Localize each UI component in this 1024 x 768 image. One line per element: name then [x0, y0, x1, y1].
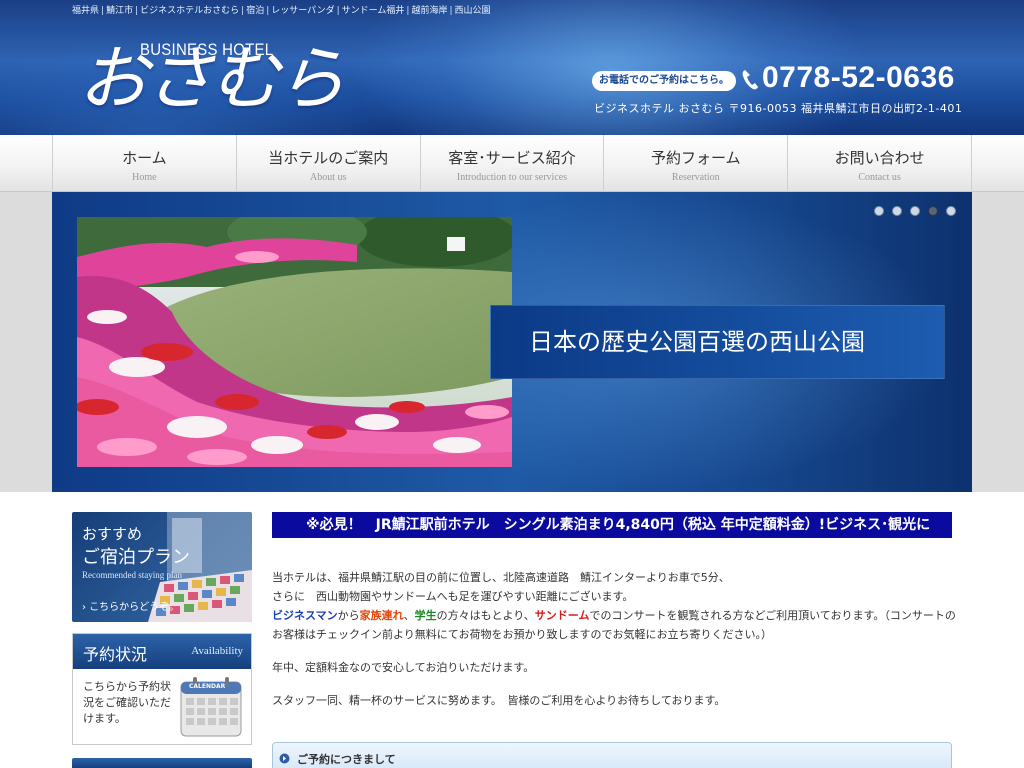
info-box-header [72, 758, 252, 768]
slider-dot[interactable] [874, 206, 884, 216]
slide-caption: 日本の歴史公園百選の西山公園 [490, 305, 945, 379]
breadcrumb-separator: | [241, 6, 245, 16]
breadcrumb-separator: | [449, 6, 453, 16]
azalea-park-image [77, 217, 512, 467]
breadcrumb-separator: | [101, 6, 105, 16]
breadcrumb-item[interactable]: 宿泊 [246, 3, 264, 16]
breadcrumb: 福井県 | 鯖江市 | ビジネスホテルおさむら | 宿泊 | レッサーパンダ | サンドーム福井 | 越… [72, 3, 491, 16]
nav-label: お問い合わせ [834, 149, 925, 167]
keyword-student: 学生 [414, 609, 437, 622]
nav-sublabel: Reservation [671, 172, 720, 183]
breadcrumb-separator: | [266, 6, 270, 16]
plan-title-line1: おすすめ [82, 525, 143, 543]
breadcrumb-separator: | [135, 6, 139, 16]
slider-dot[interactable] [946, 206, 956, 216]
nav-item-services[interactable]: 客室･サービス紹介 Introduction to our services [421, 135, 605, 192]
breadcrumb-item[interactable]: レッサーパンダ [271, 3, 334, 16]
keyword-sandome: サンドーム [534, 609, 590, 622]
reservation-notice-title: ご予約につきまして [297, 753, 396, 766]
nav-sublabel: Contact us [858, 172, 901, 183]
intro-line: 当ホテルは、福井県鯖江駅の目の前に位置し、北陸高速道路 鯖江インターよりお車で5… [272, 571, 730, 584]
slider-pagination [874, 206, 956, 216]
keyword-family: 家族連れ [359, 609, 404, 622]
nav-label: 客室･サービス紹介 [448, 149, 576, 167]
nav-item-contact[interactable]: お問い合わせ Contact us [788, 135, 972, 192]
slide-photo-azalea-park [77, 217, 512, 467]
breadcrumb-item[interactable]: 越前海岸 [411, 3, 447, 16]
tel-reservation-badge: お電話でのご予約はこちら。 [592, 71, 736, 91]
site-header: 福井県 | 鯖江市 | ビジネスホテルおさむら | 宿泊 | レッサーパンダ | サンドーム福井 | 越… [0, 0, 1024, 135]
intro-line: さらに 西山動物園やサンドームへも足を運びやすい距離にございます。 [272, 590, 634, 603]
plan-link[interactable]: › こちらからどうぞ。 [82, 598, 179, 613]
text-fragment: 、 [403, 609, 415, 622]
announcement-marquee: ※必見！ JR鯖江駅前ホテル シングル素泊まり4,840円（税込 年中定額料金）… [272, 512, 952, 538]
nav-label: 予約フォーム [651, 149, 741, 167]
plan-subtitle: Recommended staying plan [82, 570, 182, 580]
phone-icon [742, 70, 758, 90]
breadcrumb-item[interactable]: 鯖江市 [106, 3, 133, 16]
intro-line: スタッフ一同、精一杯のサービスに努めます。 皆様のご利用を心よりお待ちしておりま… [272, 694, 726, 707]
slider-dot[interactable] [892, 206, 902, 216]
slider-dot[interactable] [910, 206, 920, 216]
nav-item-home[interactable]: ホーム Home [53, 135, 237, 192]
availability-subtitle: Availability [191, 645, 243, 657]
breadcrumb-separator: | [336, 6, 340, 16]
nav-item-reservation[interactable]: 予約フォーム Reservation [604, 135, 789, 192]
text-fragment: の方々はもとより、 [436, 609, 535, 622]
circle-arrow-icon [279, 753, 290, 764]
global-nav: ホーム Home 当ホテルのご案内 About us 客室･サービス紹介 Int… [0, 135, 1024, 192]
nav-item-about[interactable]: 当ホテルのご案内 About us [237, 135, 421, 192]
slider-dot-active[interactable] [928, 206, 938, 216]
breadcrumb-item[interactable]: 福井県 [72, 3, 99, 16]
availability-text: こちらから予約状況をご確認いただけます。 [83, 680, 171, 725]
nav-sublabel: About us [309, 172, 347, 183]
nav-label: 当ホテルのご案内 [268, 149, 389, 167]
availability-box[interactable]: 予約状況 Availability こちらから予約状況をご確認いただけます。 C… [72, 633, 252, 745]
keyword-businessman: ビジネスマン [272, 609, 338, 622]
nav-sublabel: Introduction to our services [456, 172, 568, 183]
hero-slider: 日本の歴史公園百選の西山公園 [52, 192, 972, 492]
intro-text: 当ホテルは、福井県鯖江駅の目の前に位置し、北陸高速道路 鯖江インターよりお車で5… [272, 568, 956, 710]
breadcrumb-separator: | [406, 6, 410, 16]
text-fragment: から [337, 609, 360, 622]
breadcrumb-item[interactable]: 西山公園 [455, 3, 491, 16]
availability-header: 予約状況 Availability [73, 634, 251, 669]
intro-paragraph-guests: ビジネスマンから家族連れ、学生の方々はもとより、サンドームでのコンサートを観覧さ… [272, 606, 956, 644]
hotel-address: ビジネスホテル おさむら 〒916-0053 福井県鯖江市日の出町2-1-401 [594, 102, 963, 115]
recommended-plan-banner[interactable]: おすすめ ご宿泊プラン Recommended staying plan › こ… [72, 512, 252, 622]
nav-label: ホーム [122, 149, 167, 167]
availability-title: 予約状況 [83, 645, 148, 664]
nav-sublabel: Home [132, 172, 157, 183]
plan-title-line2: ご宿泊プラン [82, 547, 190, 568]
breadcrumb-item[interactable]: サンドーム福井 [342, 3, 405, 16]
tel-number[interactable]: 0778-52-0636 [762, 61, 955, 95]
intro-line: 年中、定額料金なので安心してお泊りいただけます。 [272, 661, 535, 674]
reservation-notice-box[interactable]: ご予約につきまして [272, 742, 952, 768]
breadcrumb-item[interactable]: ビジネスホテルおさむら [140, 3, 239, 16]
logo-japanese[interactable]: おさむら [78, 44, 346, 114]
calendar-label: CALENDAR [189, 683, 226, 690]
